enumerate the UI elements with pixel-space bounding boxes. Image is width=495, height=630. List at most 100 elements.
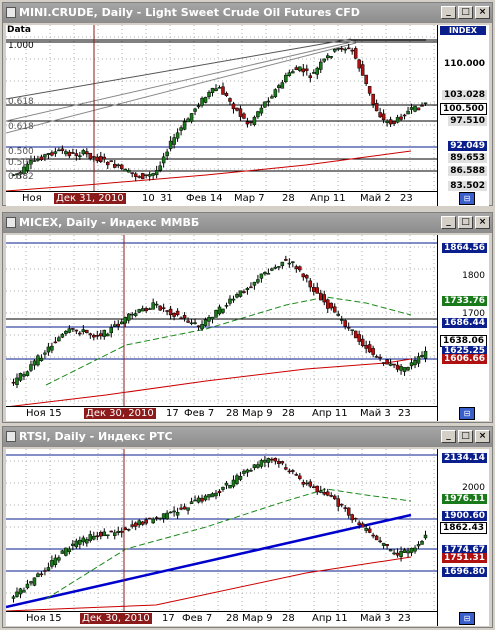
candle-body: [423, 350, 428, 359]
candle-body: [381, 542, 386, 546]
candle-body: [193, 108, 197, 112]
time-axis[interactable]: Ноя 15 Дек 30, 2010 17 Фев 7 28 Мар 9 28…: [6, 406, 437, 421]
candle-body: [339, 503, 344, 506]
current-price-label: 1862.43: [440, 522, 487, 534]
candle-body: [346, 47, 351, 50]
chart-window-rtsi[interactable]: RTSI, Daily - Индекс РТС _ □ × 2134.14 2…: [2, 426, 493, 628]
price-label: 1900.60: [442, 511, 487, 521]
candle-body: [353, 330, 358, 339]
price-scale[interactable]: INDEX 110.000 103.028 100.500 97.510 92.…: [437, 25, 489, 206]
window-titlebar[interactable]: MICEX, Daily - Индекс ММВБ _ □ ×: [3, 213, 492, 233]
candle-body: [113, 324, 117, 327]
candle-body: [252, 116, 257, 125]
window-titlebar[interactable]: RTSI, Daily - Индекс РТС _ □ ×: [3, 427, 492, 447]
maximize-button[interactable]: □: [458, 430, 473, 443]
close-button[interactable]: ×: [475, 6, 490, 19]
moving-average-line: [10, 358, 412, 406]
candle-body: [221, 308, 225, 313]
candle-body: [367, 528, 372, 533]
time-axis[interactable]: Ноя 15 Дек 30, 2010 17 Фев 7 28 Мар 9 28…: [6, 611, 437, 626]
candle-body: [322, 58, 326, 62]
minimize-button[interactable]: _: [441, 430, 456, 443]
candle-body: [200, 497, 204, 502]
candle-body: [242, 470, 246, 474]
maximize-button[interactable]: □: [458, 6, 473, 19]
window-title: MINI.CRUDE, Daily - Light Sweet Crude Oi…: [19, 6, 360, 19]
candle-body: [325, 55, 330, 59]
candle-body: [406, 367, 410, 371]
candle-body: [277, 85, 281, 89]
time-label: Ноя 15: [26, 613, 62, 624]
candle-body: [158, 305, 162, 311]
candle-body: [78, 332, 82, 335]
candle-body: [228, 98, 232, 102]
chart-window-crude[interactable]: MINI.CRUDE, Daily - Light Sweet Crude Oi…: [2, 2, 493, 206]
scale-settings-icon[interactable]: ⊟: [459, 612, 475, 625]
candle-body: [392, 121, 396, 124]
scale-settings-icon[interactable]: ⊟: [459, 192, 475, 205]
candle-body: [64, 547, 68, 556]
candle-body: [312, 72, 316, 74]
candle-body: [406, 110, 410, 115]
price-label: 89.653: [448, 153, 487, 163]
candle-body: [147, 517, 152, 520]
candle-body: [95, 535, 100, 537]
candle-body: [266, 100, 271, 103]
candle-body: [360, 338, 365, 347]
candle-body: [200, 324, 204, 330]
candle-body: [298, 475, 302, 479]
candle-body: [287, 470, 292, 473]
candle-body: [416, 544, 421, 547]
price-scale[interactable]: 2134.14 2000 1976.11 1900.60 1862.43 177…: [437, 449, 489, 626]
time-axis[interactable]: Ноя Дек 31, 2010 10 31 Фев 14 Мар 7 28 А…: [6, 191, 437, 206]
close-button[interactable]: ×: [475, 216, 490, 229]
chart-window-micex[interactable]: MICEX, Daily - Индекс ММВБ _ □ × 1864.56…: [2, 212, 493, 423]
candle-body: [154, 170, 159, 176]
candle-body: [78, 539, 82, 545]
candle-body: [144, 308, 148, 312]
price-chart-area[interactable]: Data 1.000 0.618 0.618 0.500 0.500 0.382: [6, 25, 437, 191]
candle-body: [71, 328, 75, 330]
maximize-button[interactable]: □: [458, 216, 473, 229]
candle-body: [172, 137, 176, 145]
candle-body: [36, 573, 40, 578]
candle-body: [67, 151, 72, 157]
candle-body: [371, 534, 375, 537]
close-button[interactable]: ×: [475, 430, 490, 443]
price-chart-area[interactable]: [6, 449, 437, 611]
price-chart-area[interactable]: [6, 235, 437, 406]
candle-body: [53, 151, 58, 154]
minimize-button[interactable]: _: [441, 6, 456, 19]
candle-body: [332, 495, 337, 500]
candle-body: [256, 111, 260, 118]
scale-settings-icon[interactable]: ⊟: [459, 407, 475, 420]
candlestick-chart: [6, 449, 437, 611]
candle-body: [46, 153, 51, 155]
candle-body: [57, 337, 61, 342]
candle-body: [109, 160, 114, 162]
window-titlebar[interactable]: MINI.CRUDE, Daily - Light Sweet Crude Oi…: [3, 3, 492, 23]
candle-body: [308, 481, 313, 487]
candle-body: [409, 547, 414, 553]
candle-body: [106, 534, 110, 537]
candle-body: [15, 377, 19, 386]
candle-body: [378, 540, 382, 543]
candle-body: [385, 120, 389, 123]
minimize-button[interactable]: _: [441, 216, 456, 229]
candle-body: [339, 48, 344, 50]
candle-body: [179, 507, 183, 510]
candle-body: [388, 549, 393, 552]
price-scale[interactable]: 1864.56 1800 1733.76 1700 1686.44 1638.0…: [437, 235, 489, 421]
candle-body: [182, 315, 187, 319]
candle-body: [231, 298, 236, 301]
candle-body: [168, 140, 173, 149]
candle-body: [235, 294, 239, 298]
candle-body: [203, 96, 208, 103]
candle-body: [277, 461, 281, 464]
candle-body: [245, 469, 250, 473]
candle-body: [214, 309, 218, 318]
candle-body: [256, 464, 260, 468]
candle-body: [81, 537, 86, 543]
candle-body: [64, 331, 68, 334]
time-label: 10: [142, 193, 155, 204]
